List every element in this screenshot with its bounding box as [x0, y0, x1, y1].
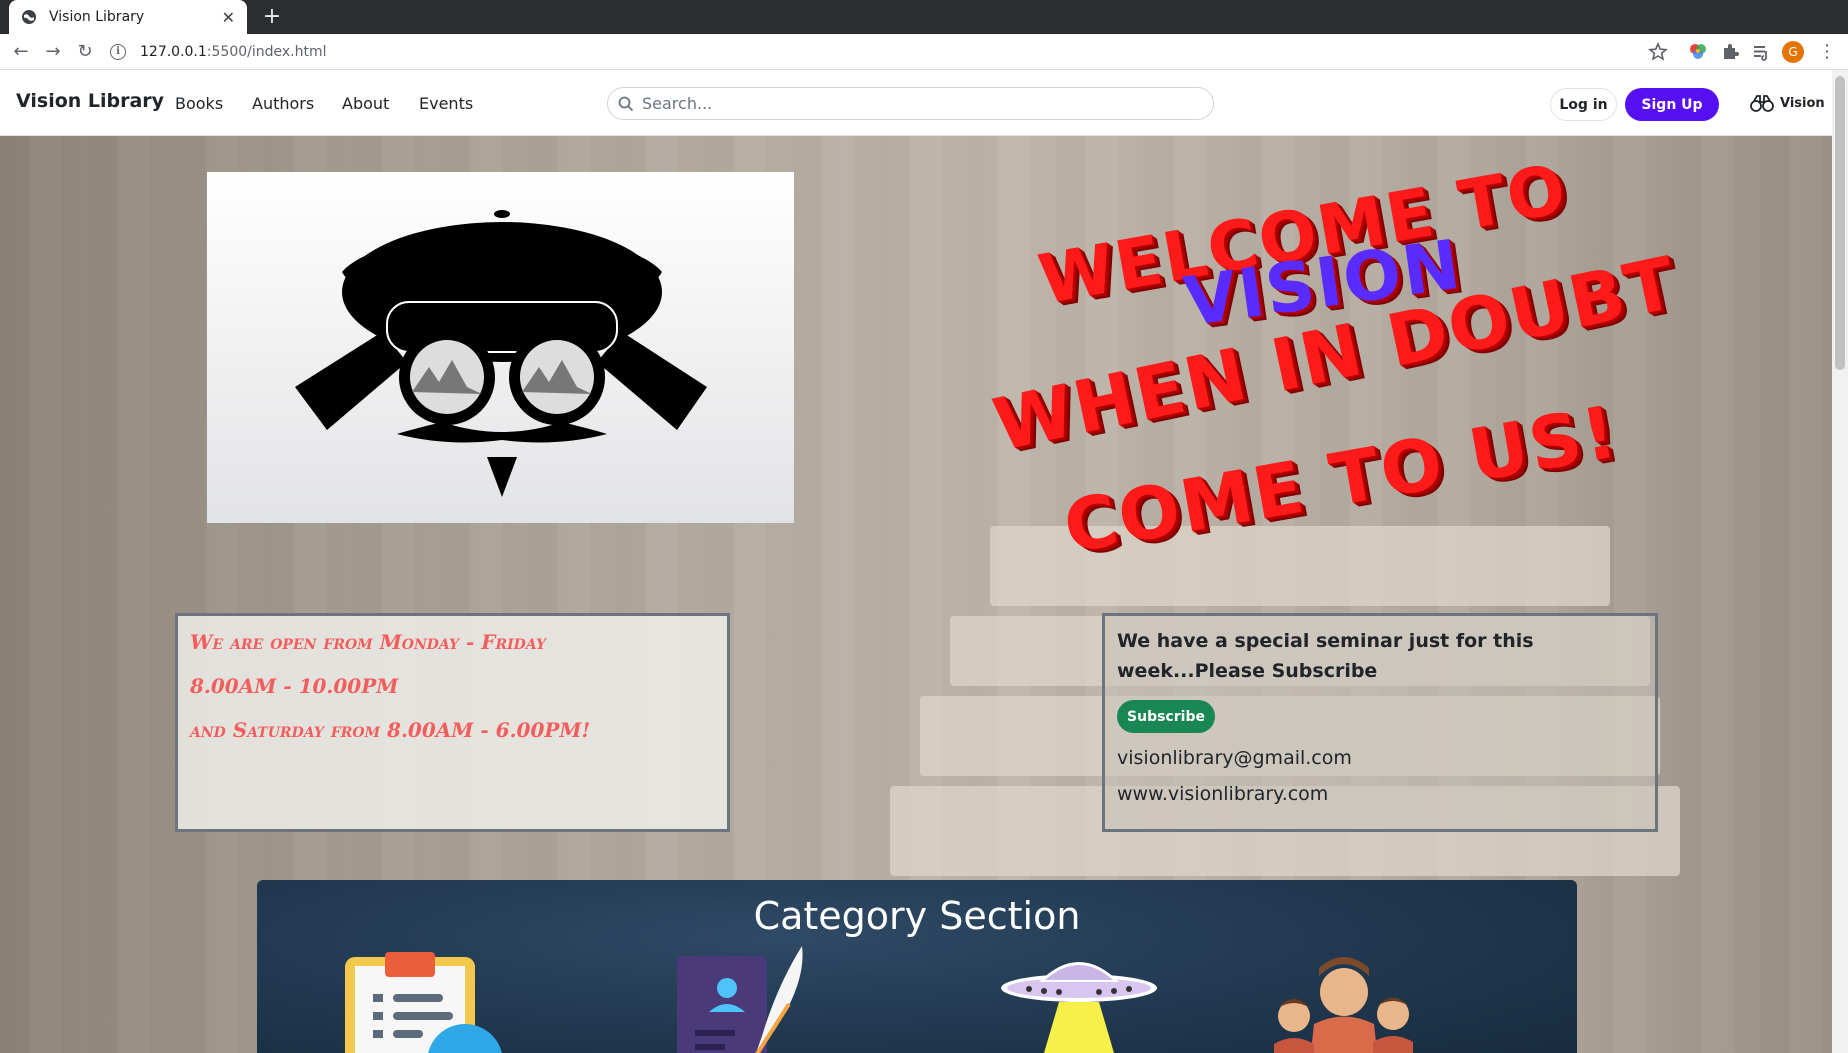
search-input[interactable] — [642, 94, 1182, 113]
brand-logo-text[interactable]: Vision Library — [16, 90, 164, 112]
ufo-icon[interactable] — [999, 952, 1159, 1053]
search-icon — [618, 96, 634, 111]
hours-line-times: 8.00AM - 10.00PM — [190, 674, 399, 698]
browser-tab[interactable]: Vision Library ✕ — [9, 0, 247, 34]
page-scrollbar-thumb[interactable] — [1835, 76, 1845, 370]
nav-link-books[interactable]: Books — [175, 94, 223, 113]
address-bar[interactable]: i 127.0.0.1 :5500/index.html — [110, 39, 1662, 65]
binoculars-icon — [1750, 95, 1774, 112]
url-host: 127.0.0.1 — [140, 44, 207, 60]
color-extension-icon[interactable] — [1688, 42, 1708, 62]
browser-toolbar: ← → ↻ i 127.0.0.1 :5500/index.html G ⋮ — [0, 34, 1848, 70]
media-queue-icon[interactable] — [1752, 42, 1772, 62]
binoculars-character-illustration — [295, 210, 707, 497]
tab-title: Vision Library — [49, 9, 145, 25]
reload-icon[interactable]: ↻ — [73, 40, 97, 64]
seminar-box: We have a special seminar just for this … — [1102, 613, 1658, 832]
close-icon[interactable]: ✕ — [222, 8, 235, 27]
browser-menu-icon[interactable]: ⋮ — [1818, 40, 1836, 64]
back-arrow-icon[interactable]: ← — [9, 40, 33, 64]
seminar-text: We have a special seminar just for this … — [1117, 630, 1534, 682]
vision-profile-link[interactable]: Vision — [1750, 94, 1825, 112]
forward-arrow-icon[interactable]: → — [41, 40, 65, 64]
nav-link-about[interactable]: About — [342, 94, 389, 113]
people-icon[interactable] — [1269, 954, 1419, 1053]
nav-link-events[interactable]: Events — [419, 94, 473, 113]
profile-avatar[interactable]: G — [1782, 41, 1804, 63]
site-header: Vision Library Books Authors About Event… — [0, 70, 1832, 136]
search-box — [607, 87, 1214, 120]
main-content: WELCOME TO VISION WHEN IN DOUBT COME TO … — [0, 136, 1832, 1053]
hero-image — [207, 172, 794, 523]
checklist-icon[interactable] — [345, 952, 505, 1053]
vision-label: Vision — [1780, 95, 1825, 111]
category-section: Category Section — [257, 880, 1577, 1053]
login-button[interactable]: Log in — [1550, 88, 1617, 121]
contact-email: visionlibrary@gmail.com — [1117, 747, 1352, 769]
welcome-banner: WELCOME TO VISION WHEN IN DOUBT COME TO … — [960, 146, 1720, 606]
category-title: Category Section — [753, 894, 1081, 938]
signup-button[interactable]: Sign Up — [1625, 88, 1719, 121]
new-tab-button[interactable]: + — [258, 3, 286, 31]
author-writing-icon[interactable] — [677, 946, 817, 1053]
hours-line-weekdays: We are open from Monday - Friday — [190, 630, 546, 654]
bookmark-star-icon[interactable] — [1648, 42, 1668, 62]
subscribe-button[interactable]: Subscribe — [1117, 700, 1215, 733]
browser-tabstrip: Vision Library ✕ + — [0, 0, 1848, 34]
info-icon[interactable]: i — [110, 44, 126, 60]
contact-website: www.visionlibrary.com — [1117, 783, 1329, 805]
globe-icon — [22, 10, 36, 24]
extensions-puzzle-icon[interactable] — [1720, 42, 1740, 62]
opening-hours-box: We are open from Monday - Friday 8.00AM … — [175, 613, 730, 832]
hours-line-saturday: and Saturday from 8.00AM - 6.00PM! — [190, 718, 591, 742]
url-path: :5500/index.html — [206, 44, 327, 60]
nav-link-authors[interactable]: Authors — [252, 94, 314, 113]
